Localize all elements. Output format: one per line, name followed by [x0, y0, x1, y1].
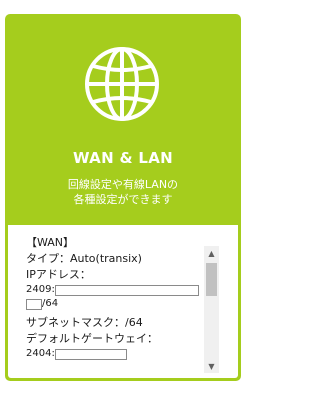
wan-ip-suffix: /64	[42, 298, 59, 309]
wan-subnet-line: サブネットマスク：/64	[26, 316, 143, 329]
wan-ip-label: IPアドレス：	[26, 268, 91, 281]
globe-icon	[85, 47, 159, 121]
card-description-line-2: 各種設定ができます	[73, 193, 173, 206]
card-description-line-1: 回線設定や有線LANの	[67, 178, 179, 191]
chevron-up-icon[interactable]: ▲	[204, 246, 219, 260]
card-description: 回線設定や有線LANの 各種設定ができます	[5, 177, 241, 207]
wan-lan-card[interactable]: WAN & LAN 回線設定や有線LANの 各種設定ができます 【WAN】 タイ…	[5, 14, 241, 381]
wan-gateway-prefix: 2404:	[26, 348, 55, 359]
wan-gateway-label: デフォルトゲートウェイ：	[26, 332, 158, 345]
wan-ip-value-row-2: /64	[26, 297, 202, 311]
card-title: WAN & LAN	[73, 149, 173, 167]
gateway-redaction-box	[54, 348, 127, 360]
chevron-down-icon[interactable]: ▼	[204, 359, 219, 373]
wan-info-panel[interactable]: 【WAN】 タイプ：Auto(transix) IPアドレス： 2409: /6…	[8, 225, 238, 378]
wan-info-text: 【WAN】 タイプ：Auto(transix) IPアドレス： 2409: /6…	[26, 235, 202, 361]
ip-redaction-box	[54, 284, 199, 296]
ip-redaction-box-2	[26, 298, 42, 310]
scrollbar-thumb[interactable]	[206, 263, 217, 296]
wan-ip-value-row: 2409:	[26, 283, 202, 297]
wan-gateway-value-row: 2404:	[26, 347, 202, 361]
wan-type-line: タイプ：Auto(transix)	[26, 252, 142, 265]
info-scrollbar[interactable]: ▲ ▼	[204, 246, 219, 373]
wan-section-header: 【WAN】	[26, 236, 75, 249]
